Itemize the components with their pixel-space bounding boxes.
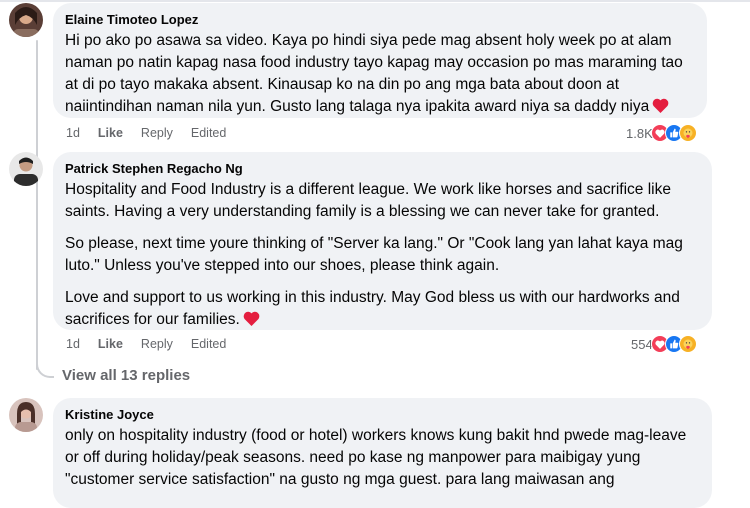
comment-actions: 1d Like Reply Edited bbox=[66, 337, 226, 351]
reply-button[interactable]: Reply bbox=[141, 126, 173, 140]
comment-author[interactable]: Elaine Timoteo Lopez bbox=[65, 11, 695, 28]
comment-bubble: Patrick Stephen Regacho Ng Hospitality a… bbox=[53, 152, 712, 330]
avatar[interactable] bbox=[9, 3, 43, 37]
reply-thread-line bbox=[36, 40, 38, 370]
reaction-count: 554 bbox=[631, 336, 653, 352]
comment-author[interactable]: Kristine Joyce bbox=[65, 406, 700, 423]
care-icon bbox=[678, 124, 697, 142]
comment-author[interactable]: Patrick Stephen Regacho Ng bbox=[65, 160, 700, 177]
edited-label: Edited bbox=[190, 337, 227, 351]
comment-paragraph-last: Love and support to us working in this i… bbox=[65, 287, 700, 333]
reaction-summary[interactable]: 1.8K bbox=[626, 124, 697, 142]
comment-text: Hi po ako po asawa sa video. Kaya po hin… bbox=[65, 30, 695, 120]
comment-paragraph: only on hospitality industry (food or ho… bbox=[65, 427, 687, 488]
like-button[interactable]: Like bbox=[98, 126, 123, 140]
view-all-replies-link[interactable]: View all 13 replies bbox=[62, 367, 190, 384]
reaction-count: 1.8K bbox=[626, 125, 653, 141]
avatar[interactable] bbox=[9, 152, 43, 186]
comment-paragraph: Hi po ako po asawa sa video. Kaya po hin… bbox=[65, 32, 683, 115]
comment-bubble: Kristine Joyce only on hospitality indus… bbox=[53, 398, 712, 508]
comment-paragraph-text: Love and support to us working in this i… bbox=[65, 289, 680, 328]
comment-text: Hospitality and Food Industry is a diffe… bbox=[65, 179, 700, 333]
like-button[interactable]: Like bbox=[98, 337, 123, 351]
avatar[interactable] bbox=[9, 398, 43, 432]
comment-timestamp[interactable]: 1d bbox=[66, 337, 80, 351]
comment-bubble: Elaine Timoteo Lopez Hi po ako po asawa … bbox=[53, 3, 707, 118]
reply-thread-connector bbox=[36, 350, 54, 378]
comment-text: only on hospitality industry (food or ho… bbox=[65, 425, 700, 491]
edited-label: Edited bbox=[190, 126, 227, 140]
comment-timestamp[interactable]: 1d bbox=[66, 126, 80, 140]
heart-emoji-icon bbox=[652, 98, 669, 120]
reaction-summary[interactable]: 554 bbox=[631, 335, 697, 353]
top-divider bbox=[0, 0, 750, 2]
reply-button[interactable]: Reply bbox=[141, 337, 173, 351]
comment-paragraph: So please, next time youre thinking of "… bbox=[65, 235, 683, 274]
comment-actions: 1d Like Reply Edited bbox=[66, 126, 226, 140]
care-icon bbox=[678, 335, 697, 353]
comment-paragraph: Hospitality and Food Industry is a diffe… bbox=[65, 181, 671, 220]
heart-emoji-icon bbox=[243, 311, 260, 333]
